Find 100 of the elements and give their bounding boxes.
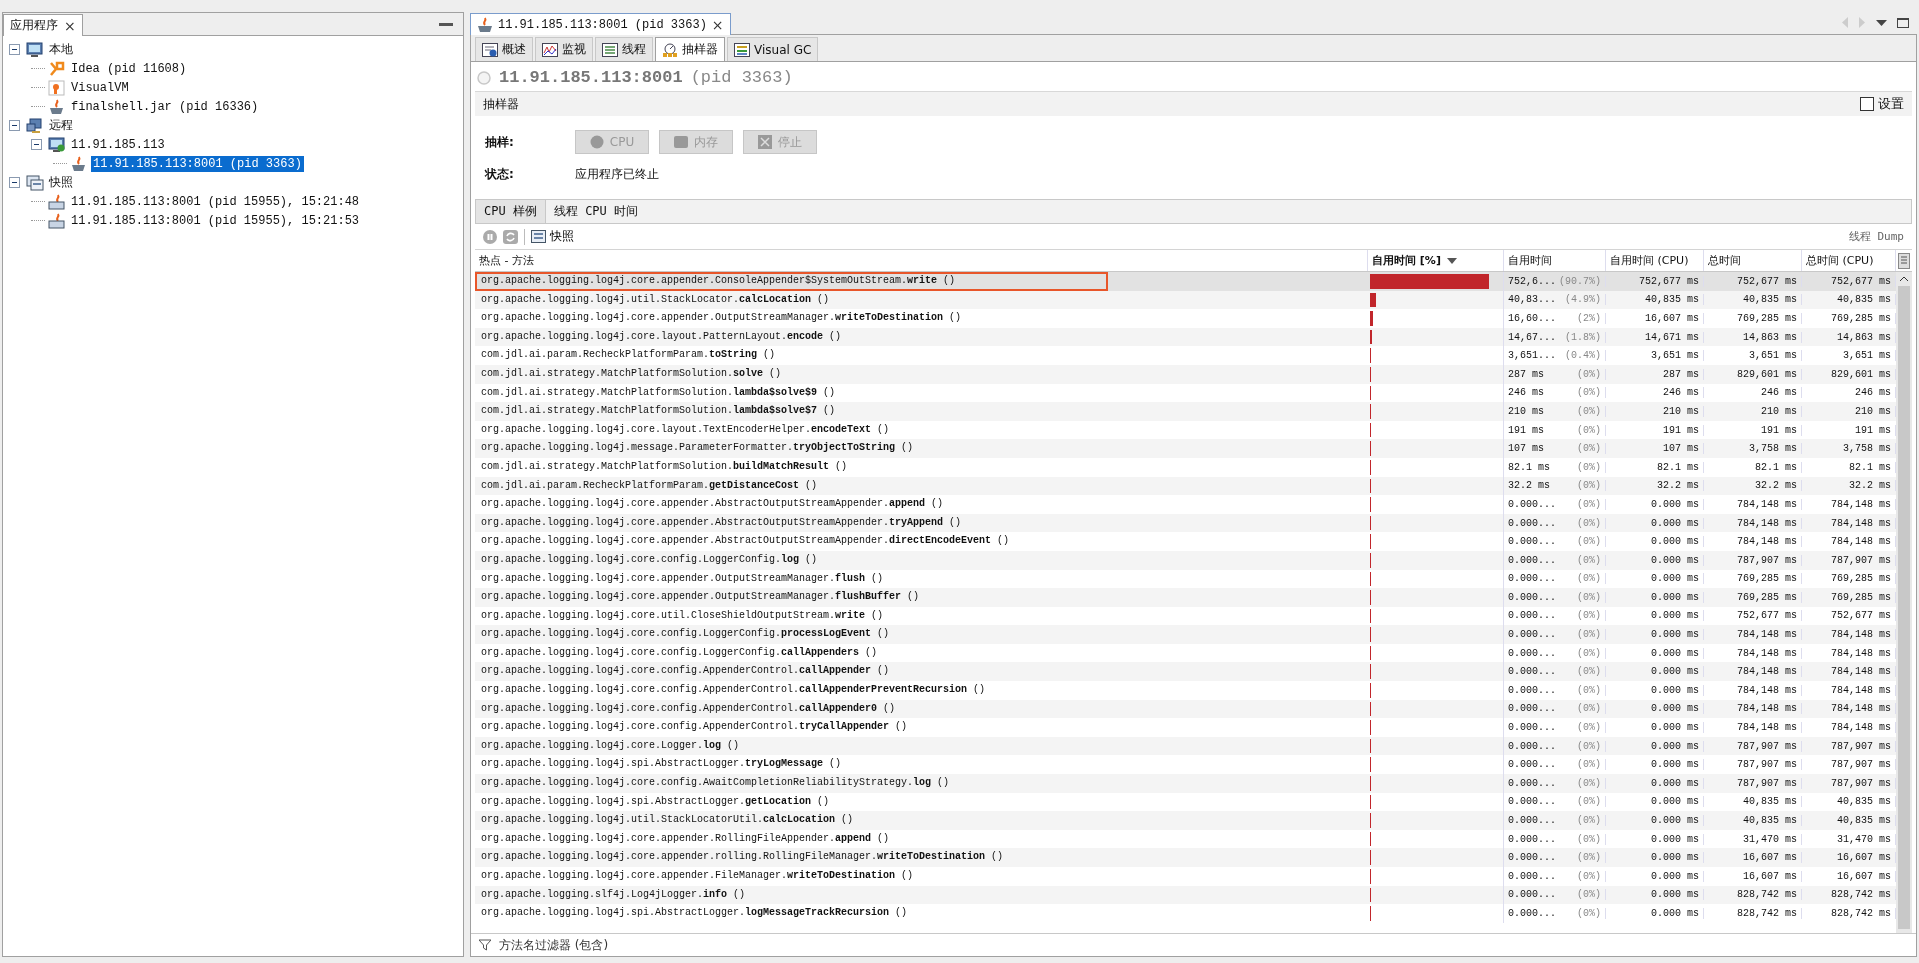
percent-cell: (0%) bbox=[1577, 740, 1601, 752]
filter-icon[interactable] bbox=[479, 939, 491, 951]
percent-cell: (0%) bbox=[1577, 629, 1601, 641]
view-tab[interactable]: 抽样器 bbox=[655, 37, 725, 61]
table-cell: 828,742 ms bbox=[1704, 908, 1802, 919]
method-cell-text: org.apache.logging.log4j.core.config.AppenderControl.callAppenderPreventRecursion () bbox=[480, 683, 987, 698]
view-tab[interactable]: Visual GC bbox=[727, 37, 819, 61]
table-cell: 246 ms bbox=[1606, 387, 1704, 399]
table-cell: 40,835 ms bbox=[1606, 294, 1704, 306]
document-tab[interactable]: 11.91.185.113:8001 (pid 3363) × bbox=[470, 13, 731, 35]
table-cell: 769,285 ms bbox=[1704, 313, 1802, 324]
method-cell-text: org.apache.logging.log4j.message.ParameterFormatter.tryObjectToString () bbox=[480, 441, 915, 456]
collapse-toggle[interactable] bbox=[9, 120, 23, 131]
scrollbar[interactable] bbox=[1896, 272, 1912, 933]
column-header[interactable]: 自用时间 [%] bbox=[1368, 250, 1504, 271]
tree-item[interactable]: 远程 bbox=[47, 116, 75, 135]
close-button[interactable]: × bbox=[64, 17, 76, 34]
column-header[interactable]: 总时间 bbox=[1704, 250, 1802, 271]
gauge-icon bbox=[662, 42, 678, 57]
view-tab[interactable]: 概述 bbox=[475, 37, 533, 61]
table-cell: 14,863 ms bbox=[1704, 331, 1802, 343]
method-cell-text: org.apache.logging.log4j.spi.AbstractLogger.logMessageTrackRecursion () bbox=[480, 906, 909, 921]
settings-checkbox[interactable]: 设置 bbox=[1860, 95, 1904, 113]
table-cell: 16,60... bbox=[1508, 313, 1556, 324]
percent-cell: (0%) bbox=[1577, 461, 1601, 473]
table-cell: 0.000 ms bbox=[1606, 703, 1704, 715]
snapshot-button[interactable]: 快照 bbox=[531, 228, 574, 245]
column-header[interactable]: 总时间 (CPU) bbox=[1802, 250, 1896, 271]
app-icon bbox=[48, 60, 66, 77]
table-cell: 287 ms bbox=[1606, 368, 1704, 380]
method-cell-text: org.apache.logging.log4j.core.layout.PatternLayout.encode () bbox=[480, 329, 843, 344]
percent-cell: (0%) bbox=[1577, 889, 1601, 901]
filter-field[interactable]: 方法名过滤器 (包含) bbox=[497, 937, 1908, 953]
tree-item[interactable]: 11.91.185.113:8001 (pid 3363) bbox=[91, 155, 304, 172]
table-cell: 0.000... bbox=[1508, 666, 1556, 678]
result-tab[interactable]: 线程 CPU 时间 bbox=[545, 200, 647, 223]
table-cell: 40,835 ms bbox=[1704, 294, 1802, 306]
panel-tab[interactable]: 应用程序 × bbox=[3, 14, 83, 36]
view-tab[interactable]: 线程 bbox=[595, 37, 653, 61]
method-cell-text: org.apache.logging.log4j.core.config.LoggerConfig.log () bbox=[480, 552, 819, 567]
table-cell: 0.000 ms bbox=[1606, 554, 1704, 566]
percent-cell: (4.9%) bbox=[1565, 294, 1601, 306]
tree-item[interactable]: finalshell.jar (pid 16336) bbox=[69, 98, 261, 115]
table-cell: 769,285 ms bbox=[1704, 591, 1802, 603]
method-cell-text: org.apache.logging.log4j.core.appender.rolling.RollingFileManager.writeToDestination () bbox=[480, 850, 1005, 865]
percent-cell: (1.8%) bbox=[1565, 331, 1601, 343]
close-button[interactable]: × bbox=[711, 16, 724, 33]
checkbox[interactable] bbox=[1860, 97, 1874, 111]
table-cell: 0.000 ms bbox=[1606, 740, 1704, 752]
table-cell: 829,601 ms bbox=[1704, 368, 1802, 380]
table-cell: 32.2 ms bbox=[1508, 480, 1550, 492]
method-cell-text: org.apache.logging.log4j.core.config.LoggerConfig.processLogEvent () bbox=[480, 627, 891, 642]
sort-caret-icon bbox=[1446, 257, 1457, 264]
column-header[interactable]: 热点 - 方法 bbox=[475, 250, 1368, 271]
table-cell: 752,677 ms bbox=[1704, 275, 1802, 287]
table-cell: 0.000 ms bbox=[1606, 759, 1704, 771]
view-tab[interactable]: 监视 bbox=[535, 37, 593, 61]
minimize-icon[interactable] bbox=[439, 23, 453, 27]
dropdown-icon[interactable] bbox=[1876, 19, 1887, 26]
table-cell: 0.000 ms bbox=[1606, 777, 1704, 789]
method-cell-text: org.apache.logging.log4j.core.config.LoggerConfig.callAppenders () bbox=[480, 645, 879, 660]
table-cell: 752,677 ms bbox=[1606, 275, 1704, 287]
sample-label: 抽样: bbox=[485, 133, 515, 151]
table-cell: 0.000 ms bbox=[1606, 498, 1704, 510]
pid-label: (pid 3363) bbox=[690, 68, 793, 87]
thread-dump-link[interactable]: 线程 Dump bbox=[1848, 229, 1904, 244]
table-cell: 752,677 ms bbox=[1704, 610, 1802, 622]
percent-cell: (0%) bbox=[1577, 703, 1601, 715]
table-cell: 32.2 ms bbox=[1606, 480, 1704, 492]
tree-item[interactable]: 11.91.185.113:8001 (pid 15955), 15:21:48 bbox=[69, 193, 362, 210]
table-cell: 0.000 ms bbox=[1606, 852, 1704, 864]
scroll-thumb[interactable] bbox=[1898, 286, 1910, 929]
table-cell: 0.000... bbox=[1508, 740, 1556, 752]
column-header[interactable]: 自用时间 bbox=[1504, 250, 1606, 271]
column-header[interactable]: 自用时间 (CPU) bbox=[1606, 250, 1704, 271]
maximize-icon[interactable] bbox=[1897, 17, 1909, 28]
method-cell-text: org.apache.logging.log4j.core.appender.OutputStreamManager.writeToDestination () bbox=[480, 311, 963, 326]
method-cell-text: org.apache.logging.slf4j.Log4jLogger.info () bbox=[480, 887, 747, 902]
column-selector-icon[interactable] bbox=[1898, 252, 1910, 269]
method-cell-text: org.apache.logging.log4j.util.StackLocatorUtil.calcLocation () bbox=[480, 813, 855, 828]
table-cell: 210 ms bbox=[1508, 405, 1544, 417]
table-cell: 3,651 ms bbox=[1606, 350, 1704, 362]
tree-item[interactable]: VisualVM bbox=[69, 79, 131, 96]
tree-item[interactable]: 11.91.185.113 bbox=[69, 136, 167, 153]
table-cell: 246 ms bbox=[1704, 387, 1802, 399]
status-value: 应用程序已终止 bbox=[575, 166, 660, 183]
collapse-toggle[interactable] bbox=[9, 44, 23, 55]
table-cell: 784,148 ms bbox=[1704, 536, 1802, 548]
tree-item[interactable]: Idea (pid 11608) bbox=[69, 60, 189, 77]
tree-item[interactable]: 本地 bbox=[47, 40, 75, 59]
table-cell: 784,148 ms bbox=[1704, 647, 1802, 659]
collapse-toggle[interactable] bbox=[9, 177, 23, 188]
table-cell: 0.000... bbox=[1508, 815, 1556, 826]
collapse-toggle[interactable] bbox=[31, 139, 45, 150]
tree-item[interactable]: 快照 bbox=[47, 173, 75, 192]
method-cell-text: com.jdl.ai.param.RecheckPlatformParam.getDistanceCost () bbox=[480, 478, 819, 493]
table-cell: 769,285 ms bbox=[1704, 573, 1802, 585]
result-tab[interactable]: CPU 样例 bbox=[476, 200, 546, 223]
tree-item[interactable]: 11.91.185.113:8001 (pid 15955), 15:21:53 bbox=[69, 212, 362, 229]
percent-cell: (0%) bbox=[1577, 796, 1601, 808]
